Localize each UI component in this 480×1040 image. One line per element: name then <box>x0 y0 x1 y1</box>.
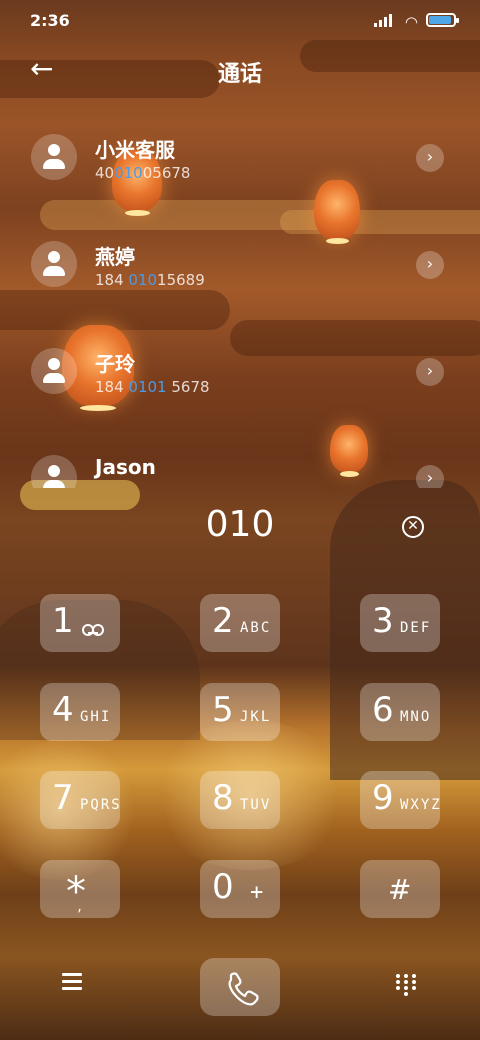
chevron-right-icon[interactable]: › <box>416 465 444 488</box>
key-2[interactable]: 2 ABC <box>200 594 280 652</box>
key-letters: + <box>250 880 266 905</box>
avatar-icon <box>31 134 77 180</box>
contact-row[interactable]: 燕婷 184 01015689 › <box>0 217 480 317</box>
page-title: 通话 <box>217 62 262 87</box>
key-digit: 1 <box>52 601 74 641</box>
contact-number: 4001005678 <box>95 164 191 182</box>
key-hash[interactable]: # <box>360 860 440 918</box>
key-5[interactable]: 5 JKL <box>200 683 280 741</box>
key-letters: , <box>76 900 86 914</box>
chevron-right-icon[interactable]: › <box>416 358 444 386</box>
key-digit: 0 <box>212 867 234 907</box>
key-digit: 8 <box>212 778 234 818</box>
avatar-icon <box>31 241 77 287</box>
contact-name: 小米客服 <box>95 138 175 162</box>
contact-row[interactable]: 子玲 184 0101 5678 › <box>0 324 480 424</box>
key-3[interactable]: 3 DEF <box>360 594 440 652</box>
key-digit: # <box>388 873 412 906</box>
chevron-right-icon[interactable]: › <box>416 251 444 279</box>
chevron-right-icon[interactable]: › <box>416 144 444 172</box>
key-letters: WXYZ <box>400 797 442 813</box>
key-1[interactable]: 1 <box>40 594 120 652</box>
status-bar: 2:36 ◠ <box>0 0 480 42</box>
key-0[interactable]: 0 + <box>200 860 280 918</box>
phone-icon <box>228 972 259 1006</box>
voicemail-icon <box>82 624 104 636</box>
avatar-icon <box>31 455 77 488</box>
contact-suggestion-list[interactable]: 小米客服 4001005678 › 燕婷 184 01015689 › 子玲 1… <box>0 110 480 488</box>
key-letters: MNO <box>400 709 432 725</box>
signal-icon <box>374 14 392 27</box>
key-digit: 5 <box>212 690 234 730</box>
dialpad-icon[interactable] <box>396 974 416 996</box>
battery-icon <box>426 13 459 27</box>
key-digit: 3 <box>372 601 394 641</box>
key-letters: GHI <box>80 709 112 725</box>
key-digit: 4 <box>52 690 74 730</box>
status-time: 2:36 <box>30 11 70 30</box>
contact-name: 燕婷 <box>95 245 135 269</box>
key-star[interactable]: * , <box>40 860 120 918</box>
key-9[interactable]: 9 WXYZ <box>360 771 440 829</box>
key-6[interactable]: 6 MNO <box>360 683 440 741</box>
key-digit: 2 <box>212 601 234 641</box>
key-8[interactable]: 8 TUV <box>200 771 280 829</box>
avatar-icon <box>31 348 77 394</box>
contact-number: 184 0101 5678 <box>95 378 210 396</box>
contact-name: 子玲 <box>95 352 135 376</box>
key-letters: PQRS <box>80 797 122 813</box>
wifi-icon: ◠ <box>404 13 418 31</box>
contact-number: 184 01015689 <box>95 271 205 289</box>
key-digit: 7 <box>52 778 74 818</box>
key-digit: 9 <box>372 778 394 818</box>
key-4[interactable]: 4 GHI <box>40 683 120 741</box>
key-letters: TUV <box>240 797 272 813</box>
key-letters: DEF <box>400 620 432 636</box>
key-7[interactable]: 7 PQRS <box>40 771 120 829</box>
contact-row[interactable]: Jason › <box>0 431 480 488</box>
contact-row[interactable]: 小米客服 4001005678 › <box>0 110 480 210</box>
key-digit: 6 <box>372 690 394 730</box>
key-letters: ABC <box>240 620 272 636</box>
delete-icon[interactable]: ✕ <box>402 516 424 538</box>
call-button[interactable] <box>200 958 280 1016</box>
key-letters: JKL <box>240 709 272 725</box>
menu-icon[interactable] <box>62 973 82 991</box>
contact-name: Jason <box>95 455 156 479</box>
